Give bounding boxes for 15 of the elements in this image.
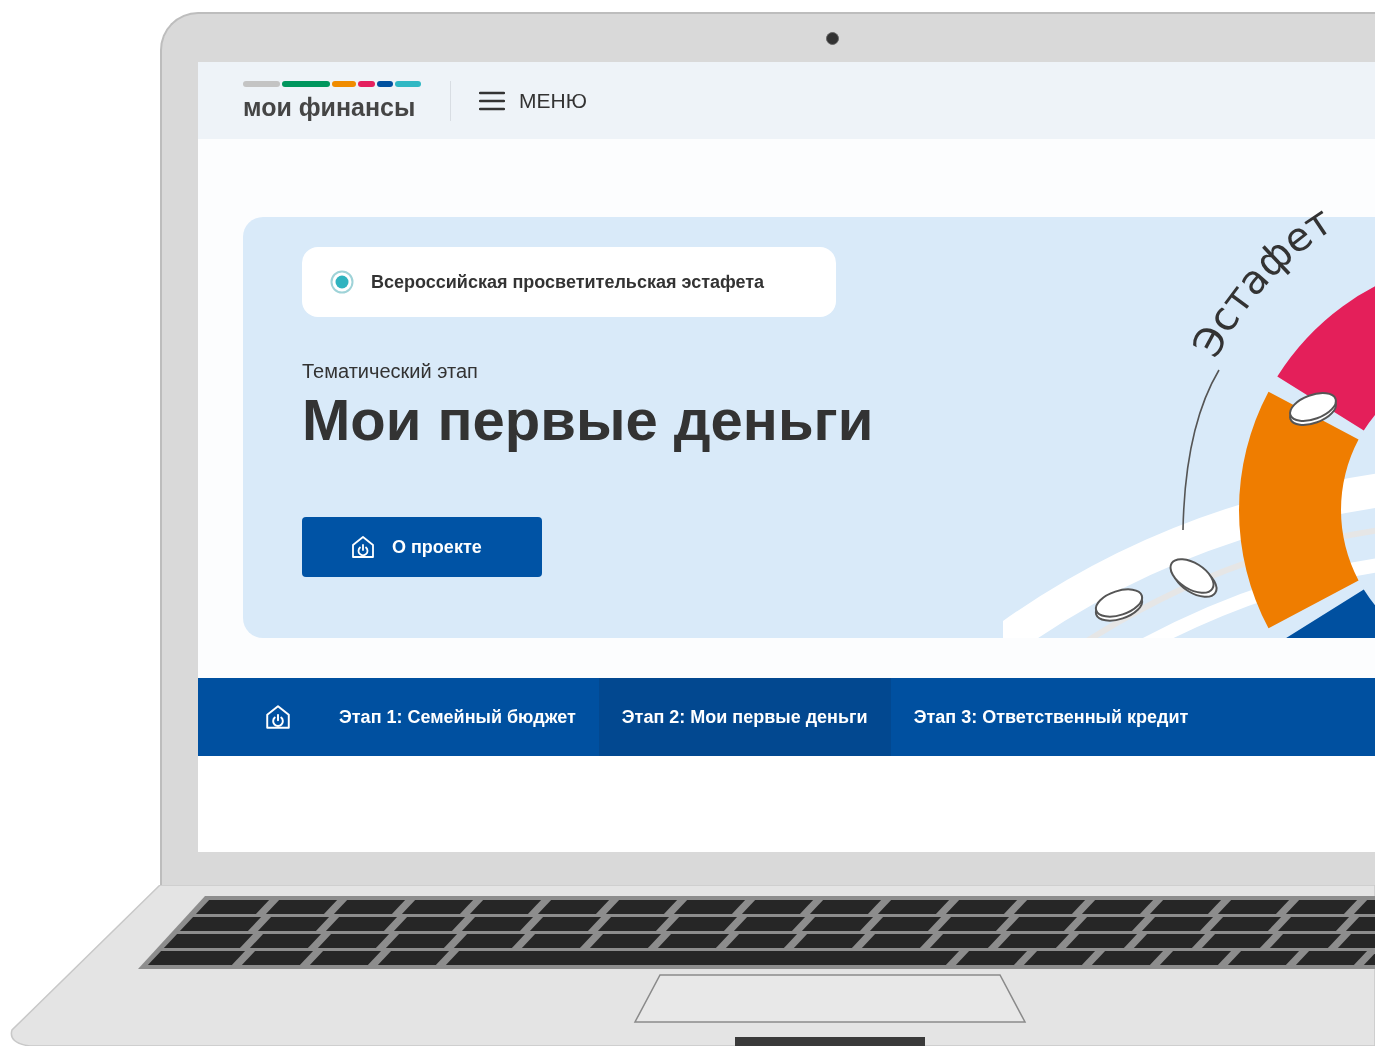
logo-text[interactable]: мои финансы [243, 92, 421, 121]
hero-title: Мои первые деньги [302, 387, 875, 453]
about-button[interactable]: О проекте [302, 517, 542, 577]
badge-text: Всероссийская просветительская эстафета [371, 271, 765, 293]
stage-tab[interactable]: Этап 1: Семейный бюджет [316, 678, 599, 756]
stage-tab[interactable]: Этап 2: Мои первые деньги [598, 678, 891, 756]
menu-icon [479, 90, 505, 111]
stage-tab[interactable]: Этап 3: Ответственный кредит [890, 678, 1212, 756]
home-icon [350, 534, 376, 560]
hero-subtitle: Тематический этап [302, 360, 479, 383]
camera-icon [826, 31, 839, 45]
menu-button[interactable]: МЕНЮ [479, 88, 587, 113]
home-icon[interactable] [264, 703, 292, 731]
logo-stripes-icon [243, 80, 421, 87]
dot-icon [330, 270, 354, 294]
